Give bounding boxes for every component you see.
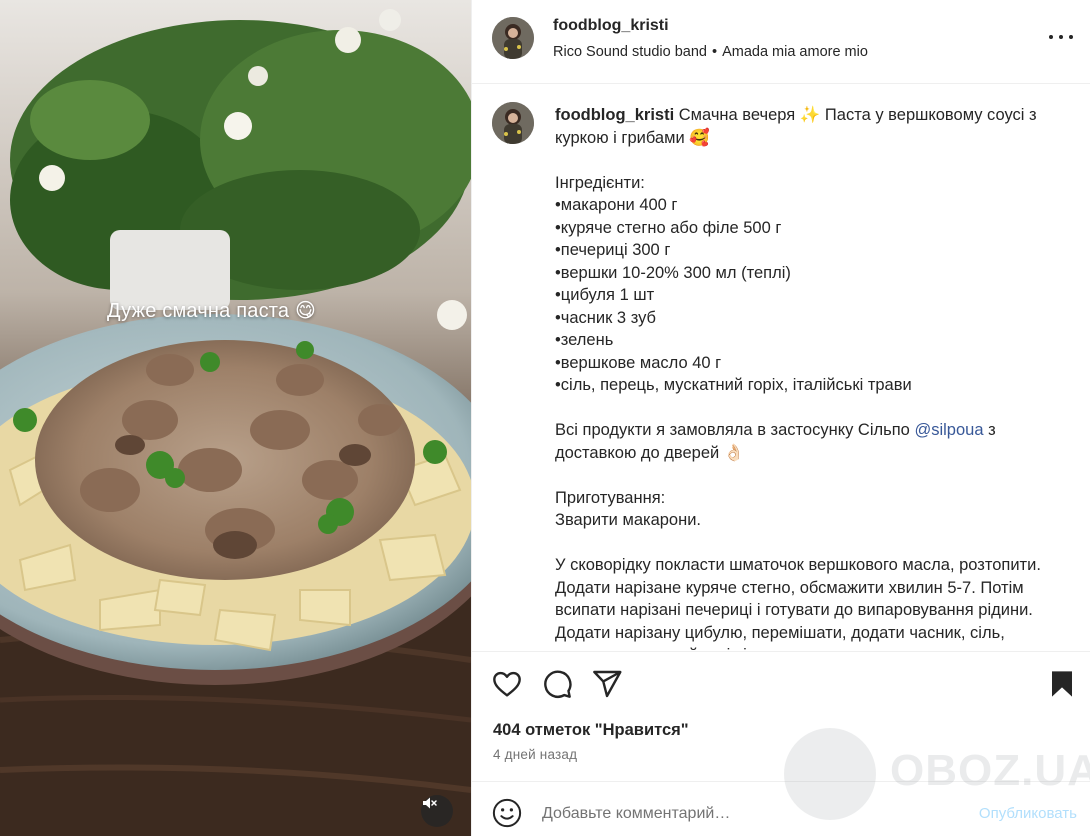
ingredient-item: •вершкове масло 40 г — [555, 353, 722, 372]
ingredient-item: •зелень — [555, 331, 614, 349]
more-options-button[interactable] — [1049, 30, 1073, 44]
comment-bar: Опубликовать — [472, 781, 1090, 836]
ingredient-item: •цибуля 1 шт — [555, 286, 655, 304]
emoji-button[interactable] — [492, 798, 522, 828]
post-media[interactable]: Дуже смачна паста 😋 — [0, 0, 471, 836]
comment-input[interactable] — [542, 801, 942, 827]
share-button[interactable] — [591, 668, 623, 700]
post-comment-button[interactable]: Опубликовать — [979, 805, 1077, 822]
mute-icon — [423, 797, 437, 809]
like-button[interactable] — [491, 668, 523, 700]
ingredient-item: •печериці 300 г — [555, 241, 671, 259]
post-header: foodblog_kristi Rico Sound studio band • A… — [472, 0, 1090, 84]
caption-area[interactable]: foodblog_kristi Смачна вечеря ✨ Паста у … — [472, 84, 1090, 651]
author-username[interactable]: foodblog_kristi — [553, 17, 669, 35]
prep-step: Зварити макарони. — [555, 511, 702, 529]
prep-title: Приготування: — [555, 488, 666, 507]
share-icon — [593, 670, 622, 698]
caption-author-avatar[interactable] — [492, 102, 534, 144]
more-icon — [1069, 35, 1073, 39]
more-icon — [1059, 35, 1063, 39]
caption-author[interactable]: foodblog_kristi — [555, 106, 674, 124]
delivery-text: Всі продукти я замовляла в застосунку Сі… — [555, 421, 910, 439]
audio-artist[interactable]: Rico Sound studio band — [553, 44, 707, 60]
bookmark-icon — [1052, 671, 1072, 697]
caption-intro: foodblog_kristi Смачна вечеря ✨ Паста у … — [555, 106, 1037, 147]
ingredient-item: •куряче стегно або філе 500 г — [555, 218, 782, 237]
post-timestamp[interactable]: 4 дней назад — [493, 747, 577, 762]
silpo-mention-link[interactable]: @silpoua — [914, 421, 983, 439]
emoji-icon — [492, 798, 522, 828]
comment-icon — [544, 670, 572, 698]
prep-step: У сковорідку покласти шматочок вершковог… — [555, 556, 1041, 651]
save-button[interactable] — [1046, 668, 1078, 700]
comment-button[interactable] — [541, 668, 573, 700]
ingredient-item: •вершки 10-20% 300 мл (теплі) — [555, 263, 791, 282]
mute-button[interactable] — [421, 795, 453, 827]
media-overlay-text: Дуже смачна паста 😋 — [107, 300, 317, 322]
audio-info[interactable]: Rico Sound studio band • Amada mia amore m… — [553, 44, 868, 60]
audio-separator: • — [711, 44, 718, 60]
ingredient-item: •сіль, перець, мускатний горіх, італійсь… — [555, 376, 912, 394]
post-actions: 404 отметок "Нравится" 4 дней назад — [472, 651, 1090, 781]
likes-count[interactable]: 404 отметок "Нравится" — [493, 721, 689, 740]
ingredient-item: •часник 3 зуб — [555, 308, 656, 327]
more-icon — [1049, 35, 1053, 39]
delivery-note: Всі продукти я замовляла в застосунку Сі… — [555, 421, 996, 462]
audio-track[interactable]: Amada mia amore mio — [722, 44, 868, 60]
post-panel: foodblog_kristi Rico Sound studio band • A… — [471, 0, 1090, 836]
caption-text: foodblog_kristi Смачна вечеря ✨ Паста у … — [555, 104, 1065, 651]
heart-icon — [493, 671, 521, 697]
pasta-photo — [0, 0, 471, 836]
author-avatar[interactable] — [492, 17, 534, 59]
ingredients-title: Інгредієнти: — [555, 173, 645, 192]
ingredient-item: •макарони 400 г — [555, 196, 678, 214]
